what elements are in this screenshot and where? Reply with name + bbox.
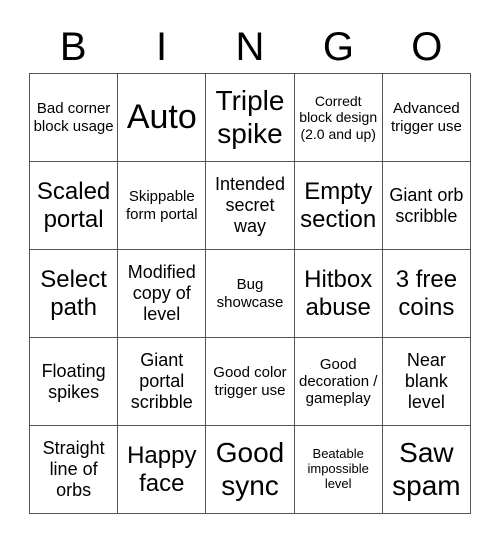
bingo-cell[interactable]: Giant orb scribble (382, 162, 471, 250)
bingo-cell[interactable]: Select path (30, 250, 119, 338)
cell-text: Good sync (215, 437, 285, 501)
cell-text: Giant orb scribble (389, 184, 464, 226)
cell-text: Bad corner block usage (33, 100, 114, 135)
cell-text: Advanced trigger use (390, 100, 462, 135)
cell-text: Good decoration / gameplay (299, 355, 378, 408)
header-letter-g: G (322, 25, 354, 69)
cell-text: Scaled portal (36, 177, 111, 233)
bingo-cell[interactable]: Beatable impossible level (294, 426, 383, 514)
cell-text: Near blank level (404, 350, 448, 412)
cell-text: Empty section (300, 177, 377, 233)
bingo-cell[interactable]: Modified copy of level (118, 250, 207, 338)
cell-text: Straight line of orbs (42, 438, 105, 500)
cell-text: 3 free coins (395, 265, 458, 321)
bingo-cell[interactable]: Triple spike (206, 74, 295, 162)
cell-text: Select path (40, 265, 107, 321)
bingo-cell[interactable]: Advanced trigger use (382, 74, 471, 162)
cell-text: Triple spike (215, 85, 285, 149)
header-letter-b: B (59, 25, 87, 69)
cell-text: Good color trigger use (213, 364, 287, 399)
bingo-cell[interactable]: Auto (118, 74, 207, 162)
bingo-cell[interactable]: Empty section (294, 162, 383, 250)
cell-text: Saw spam (392, 437, 461, 501)
bingo-cell[interactable]: Near blank level (382, 338, 471, 426)
cell-text: Auto (126, 97, 197, 136)
bingo-cell[interactable]: Bug showcase (206, 250, 295, 338)
bingo-cell[interactable]: Good decoration / gameplay (294, 338, 383, 426)
bingo-cell[interactable]: Happy face (118, 426, 207, 514)
bingo-cell[interactable]: 3 free coins (382, 250, 471, 338)
bingo-cell[interactable]: Giant portal scribble (118, 338, 207, 426)
bingo-cell[interactable]: Scaled portal (30, 162, 119, 250)
cell-text: Happy face (127, 441, 197, 497)
bingo-cell[interactable]: Intended secret way (206, 162, 295, 250)
bingo-cell[interactable]: Skippable form portal (118, 162, 207, 250)
bingo-cell[interactable]: Straight line of orbs (30, 426, 119, 514)
bingo-cell[interactable]: Floating spikes (30, 338, 119, 426)
header-letter-i: I (156, 25, 168, 69)
cell-text: Modified copy of level (127, 262, 196, 324)
cell-text: Giant portal scribble (130, 350, 193, 412)
cell-text: Intended secret way (214, 174, 286, 236)
header-letter-n: N (235, 25, 265, 69)
cell-text: Bug showcase (216, 276, 284, 311)
cell-text: Hitbox abuse (304, 265, 373, 321)
bingo-header: B I N G O (29, 22, 471, 72)
bingo-cell[interactable]: Saw spam (382, 426, 471, 514)
bingo-card-grid: Bad corner block usage Auto Triple spike… (29, 73, 471, 514)
header-letter-o: O (411, 25, 443, 69)
bingo-cell[interactable]: Corredt block design (2.0 and up) (294, 74, 383, 162)
bingo-cell[interactable]: Hitbox abuse (294, 250, 383, 338)
bingo-cell[interactable]: Good color trigger use (206, 338, 295, 426)
bingo-cell[interactable]: Bad corner block usage (30, 74, 119, 162)
bingo-cell[interactable]: Good sync (206, 426, 295, 514)
cell-text: Floating spikes (41, 360, 106, 402)
cell-text: Skippable form portal (125, 188, 198, 223)
cell-text: Beatable impossible level (307, 446, 369, 491)
cell-text: Corredt block design (2.0 and up) (299, 93, 378, 142)
